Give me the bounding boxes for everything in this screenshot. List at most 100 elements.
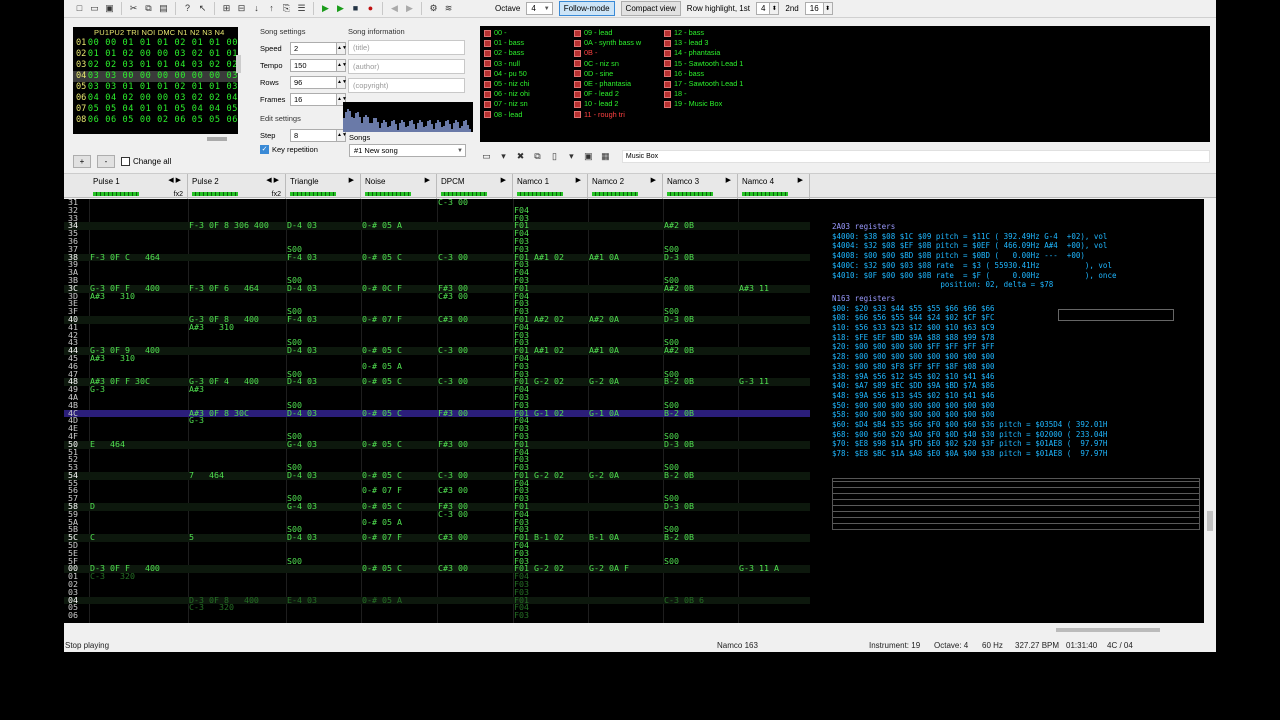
channel-effects-arrow-icon[interactable]: ▶	[425, 176, 430, 184]
spinner-arrows-icon[interactable]: ▲▼	[336, 77, 347, 88]
pattern-cell[interactable]: A#3	[189, 385, 204, 394]
insert-frame-icon[interactable]: ⊞	[220, 2, 233, 15]
frame-row[interactable]: 07 05 05 04 01 01 05 04 04 05	[73, 104, 238, 115]
compact-view-button[interactable]: Compact view	[620, 1, 681, 16]
channel-effects-arrow-icon[interactable]: ▶	[798, 176, 803, 184]
instrument-list[interactable]: 00 -01 - bass 02 - bass 03 - null 04 - pu 5…	[480, 26, 1210, 142]
frame-row[interactable]: 08 06 06 05 00 02 06 05 05 06	[73, 115, 238, 126]
follow-mode-button[interactable]: Follow-mode	[558, 1, 615, 16]
spinner-arrows-icon[interactable]: ▲▼	[336, 43, 347, 54]
pattern-row[interactable]: 4E F03	[64, 424, 810, 433]
instrument-item[interactable]: 18 -	[664, 89, 743, 99]
title-field[interactable]: (title)	[348, 40, 465, 55]
pattern-cell[interactable]: D-4 03	[287, 346, 317, 355]
frame-row[interactable]: 02 01 01 02 00 00 03 02 01 01	[73, 49, 238, 60]
pattern-row[interactable]: 56 0-# 07 F C#3 00 F03	[64, 486, 810, 495]
pattern-row[interactable]: 3F S00 F03 S00	[64, 307, 810, 316]
instrument-item[interactable]: 0E - phantasia	[574, 79, 641, 89]
pattern-cell[interactable]: 0-# 07 F	[362, 486, 402, 495]
frame-list[interactable]: PU1PU2 TRI NOI DMC N1 N2 N3 N4 01 00 00 0…	[73, 27, 241, 141]
pattern-cell[interactable]: A#3 310	[90, 354, 135, 363]
pattern-cell[interactable]: C-3 0B 6	[664, 596, 704, 605]
remove-frame-icon[interactable]: ⊟	[235, 2, 248, 15]
checkmark-icon[interactable]: ✓	[260, 145, 269, 154]
pattern-row[interactable]: 39 F03	[64, 260, 810, 269]
instrument-item[interactable]: 07 - niz sn	[484, 99, 530, 109]
spinner-arrows-icon[interactable]: ⬍	[769, 3, 779, 14]
instrument-name-field[interactable]: Music Box	[621, 149, 1211, 163]
pattern-row[interactable]: 3C G-3 0F F 400 F-3 0F 6 464 D-4 03 0-# 0C F…	[64, 284, 810, 293]
pattern-cell[interactable]: 0-# 05 A	[362, 596, 402, 605]
load-instrument-icon[interactable]: ▯	[548, 150, 561, 163]
pattern-cell[interactable]: C#3 00	[438, 292, 468, 301]
pattern-cell[interactable]: 0-# 0C F	[362, 284, 402, 293]
channel-effects-arrow-icon[interactable]: ◀ ▶	[266, 176, 279, 184]
pattern-row[interactable]: 3E F03	[64, 299, 810, 308]
speed-spinner[interactable]: 2 ▲▼	[290, 42, 347, 55]
pattern-cell[interactable]: G-2 0A F	[589, 564, 629, 573]
pattern-cell[interactable]: A#1 0A	[589, 346, 619, 355]
pattern-cell[interactable]: B-1 0A	[589, 533, 619, 542]
pattern-cell[interactable]: G-4 03	[287, 502, 317, 511]
change-all-checkbox[interactable]: Change all	[121, 157, 171, 166]
channel-triangle[interactable]: Triangle ▶	[286, 174, 361, 199]
instrument-item[interactable]: 19 - Music Box	[664, 99, 743, 109]
record-icon[interactable]: ●	[364, 2, 377, 15]
pattern-row[interactable]: 57 S00 F03 S00	[64, 494, 810, 503]
pattern-cell[interactable]: D-4 03	[287, 408, 317, 418]
pattern-row[interactable]: 53 S00 F03 S00	[64, 463, 810, 472]
pattern-row[interactable]: 4B S00 F03 S00	[64, 401, 810, 410]
pattern-row[interactable]: 4D G-3 F04	[64, 416, 810, 425]
pattern-row[interactable]: 01 C-3 320 F04	[64, 572, 810, 581]
pattern-cell[interactable]: 0-# 05 C	[362, 564, 402, 573]
save-icon[interactable]: ▣	[103, 2, 116, 15]
pattern-row[interactable]: 48 A#3 0F F 30C G-3 0F 4 400 D-4 03 0-# 05 C…	[64, 377, 810, 387]
channel-namco-3[interactable]: Namco 3 ▶	[663, 174, 738, 199]
dropdown-arrow-icon[interactable]: ▾	[565, 150, 578, 163]
pattern-row[interactable]: 5A 0-# 05 A F03	[64, 518, 810, 527]
pattern-row[interactable]: 38 F-3 0F C 464 F-4 03 0-# 05 C C-3 00 F01 A#…	[64, 253, 810, 262]
pattern-cell[interactable]: S00	[664, 557, 679, 566]
pattern-row[interactable]: 4A F03	[64, 393, 810, 402]
frame-row[interactable]: 04 03 03 00 00 00 00 00 00 03	[73, 71, 238, 82]
pattern-row[interactable]: 5B S00 F03 S00	[64, 525, 810, 534]
previous-song-icon[interactable]: ◀	[388, 2, 401, 15]
rows-spinner[interactable]: 96 ▲▼	[290, 76, 347, 89]
pattern-row[interactable]: 34 F-3 0F 8 306 400 D-4 03 0-# 05 A F01 A#2 0…	[64, 221, 810, 231]
pattern-cell[interactable]: C-3 00	[438, 510, 468, 519]
pattern-row[interactable]: 58 D G-4 03 0-# 05 C F#3 00 F01 D-3 0B	[64, 502, 810, 511]
channel-noise[interactable]: Noise ▶	[361, 174, 437, 199]
instrument-item[interactable]: 0A - synth bass w	[574, 38, 641, 48]
pattern-cell[interactable]: 7 464	[189, 471, 224, 480]
pattern-cell[interactable]: B-2 0B	[664, 408, 694, 418]
pattern-cell[interactable]: D-3 0B	[664, 253, 694, 262]
channel-namco-4[interactable]: Namco 4 ▶	[738, 174, 810, 199]
copyright-field[interactable]: (copyright)	[348, 78, 465, 93]
song-select[interactable]: #1 New song ▼	[349, 144, 466, 157]
pattern-row[interactable]: 32 F04	[64, 206, 810, 215]
pattern-cell[interactable]: F-3 0F 8 306 400	[189, 221, 269, 230]
octave-select[interactable]: 4 ▼	[526, 2, 553, 15]
pattern-cell[interactable]: 0-# 07 F	[362, 315, 402, 324]
pattern-row[interactable]: 35 F04	[64, 229, 810, 238]
pattern-cell[interactable]: 0-# 05 C	[362, 346, 402, 355]
pattern-row[interactable]: 3B S00 F03 S00	[64, 276, 810, 285]
instrument-item[interactable]: 0F - lead 2	[574, 89, 641, 99]
instrument-item[interactable]: 10 - lead 2	[574, 99, 641, 109]
checkbox-icon[interactable]	[121, 157, 130, 166]
channel-effects-arrow-icon[interactable]: ▶	[501, 176, 506, 184]
pattern-cell[interactable]: B-2 0B	[664, 533, 694, 542]
step-spinner[interactable]: 8 ▲▼	[290, 129, 347, 142]
pattern-cell[interactable]: D-4 03	[287, 377, 317, 386]
instrument-item[interactable]: 15 - Sawtooth Lead 1	[664, 59, 743, 69]
frame-row[interactable]: 06 04 04 02 00 00 03 02 02 04	[73, 93, 238, 104]
pattern-cell[interactable]: A#2 0B	[664, 284, 694, 293]
pattern-row[interactable]: 40 G-3 0F 8 400 F-4 03 0-# 07 F C#3 00 F01 A#…	[64, 315, 810, 324]
new-file-icon[interactable]: □	[73, 2, 86, 15]
pattern-vertical-scrollbar[interactable]	[1204, 199, 1216, 623]
pattern-cell[interactable]: D-3 0B	[664, 315, 694, 324]
pattern-cell[interactable]: D-3 0B	[664, 502, 694, 511]
pattern-cell[interactable]: A#2 0B	[664, 221, 694, 230]
channel-namco-2[interactable]: Namco 2 ▶	[588, 174, 663, 199]
edit-instrument-icon[interactable]: ▦	[599, 150, 612, 163]
